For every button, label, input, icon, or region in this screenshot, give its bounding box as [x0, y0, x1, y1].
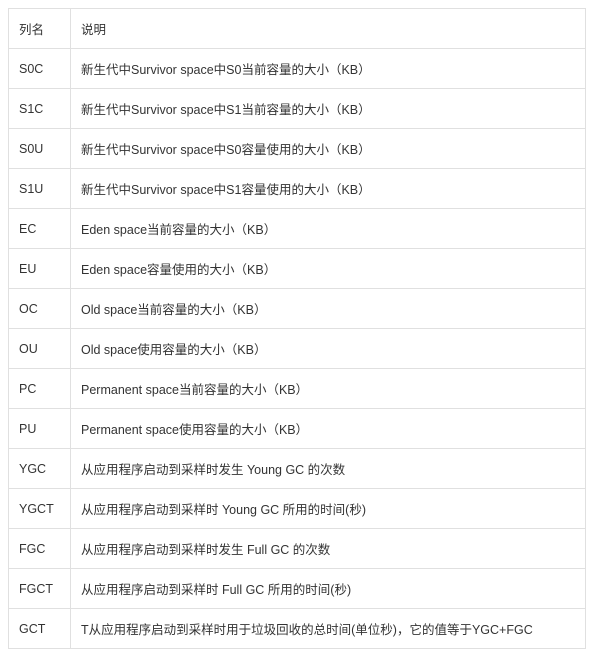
cell-col-name: FGCT: [9, 569, 71, 609]
table-row: S1C新生代中Survivor space中S1当前容量的大小（KB）: [9, 89, 586, 129]
cell-col-name: YGCT: [9, 489, 71, 529]
table-row: ECEden space当前容量的大小（KB）: [9, 209, 586, 249]
table-row: S0C新生代中Survivor space中S0当前容量的大小（KB）: [9, 49, 586, 89]
table-row: FGCT从应用程序启动到采样时 Full GC 所用的时间(秒): [9, 569, 586, 609]
cell-col-desc: 从应用程序启动到采样时发生 Young GC 的次数: [71, 449, 586, 489]
table-row: FGC从应用程序启动到采样时发生 Full GC 的次数: [9, 529, 586, 569]
cell-col-name: OU: [9, 329, 71, 369]
table-row: YGCT从应用程序启动到采样时 Young GC 所用的时间(秒): [9, 489, 586, 529]
table-row: YGC从应用程序启动到采样时发生 Young GC 的次数: [9, 449, 586, 489]
cell-col-desc: Eden space当前容量的大小（KB）: [71, 209, 586, 249]
cell-col-name: FGC: [9, 529, 71, 569]
cell-col-desc: 新生代中Survivor space中S1容量使用的大小（KB）: [71, 169, 586, 209]
table-row: PCPermanent space当前容量的大小（KB）: [9, 369, 586, 409]
table-row: OUOld space使用容量的大小（KB）: [9, 329, 586, 369]
cell-col-desc: Permanent space当前容量的大小（KB）: [71, 369, 586, 409]
cell-col-desc: 新生代中Survivor space中S0容量使用的大小（KB）: [71, 129, 586, 169]
cell-col-name: PU: [9, 409, 71, 449]
cell-col-name: OC: [9, 289, 71, 329]
cell-col-desc: 从应用程序启动到采样时发生 Full GC 的次数: [71, 529, 586, 569]
gc-columns-table: 列名 说明 S0C新生代中Survivor space中S0当前容量的大小（KB…: [8, 8, 586, 649]
table-row: OCOld space当前容量的大小（KB）: [9, 289, 586, 329]
cell-col-name: S1U: [9, 169, 71, 209]
cell-col-name: S0C: [9, 49, 71, 89]
table-row: S1U新生代中Survivor space中S1容量使用的大小（KB）: [9, 169, 586, 209]
cell-col-name: EC: [9, 209, 71, 249]
table-row: EUEden space容量使用的大小（KB）: [9, 249, 586, 289]
table-row: S0U新生代中Survivor space中S0容量使用的大小（KB）: [9, 129, 586, 169]
header-col-desc: 说明: [71, 9, 586, 49]
cell-col-name: S1C: [9, 89, 71, 129]
cell-col-desc: Old space当前容量的大小（KB）: [71, 289, 586, 329]
cell-col-name: YGC: [9, 449, 71, 489]
cell-col-desc: Eden space容量使用的大小（KB）: [71, 249, 586, 289]
table-row: GCTT从应用程序启动到采样时用于垃圾回收的总时间(单位秒)，它的值等于YGC+…: [9, 609, 586, 649]
cell-col-desc: Permanent space使用容量的大小（KB）: [71, 409, 586, 449]
cell-col-desc: T从应用程序启动到采样时用于垃圾回收的总时间(单位秒)，它的值等于YGC+FGC: [71, 609, 586, 649]
cell-col-name: S0U: [9, 129, 71, 169]
cell-col-name: GCT: [9, 609, 71, 649]
cell-col-name: EU: [9, 249, 71, 289]
cell-col-desc: Old space使用容量的大小（KB）: [71, 329, 586, 369]
table-header-row: 列名 说明: [9, 9, 586, 49]
cell-col-desc: 从应用程序启动到采样时 Young GC 所用的时间(秒): [71, 489, 586, 529]
table-row: PUPermanent space使用容量的大小（KB）: [9, 409, 586, 449]
cell-col-desc: 从应用程序启动到采样时 Full GC 所用的时间(秒): [71, 569, 586, 609]
header-col-name: 列名: [9, 9, 71, 49]
cell-col-name: PC: [9, 369, 71, 409]
cell-col-desc: 新生代中Survivor space中S1当前容量的大小（KB）: [71, 89, 586, 129]
cell-col-desc: 新生代中Survivor space中S0当前容量的大小（KB）: [71, 49, 586, 89]
